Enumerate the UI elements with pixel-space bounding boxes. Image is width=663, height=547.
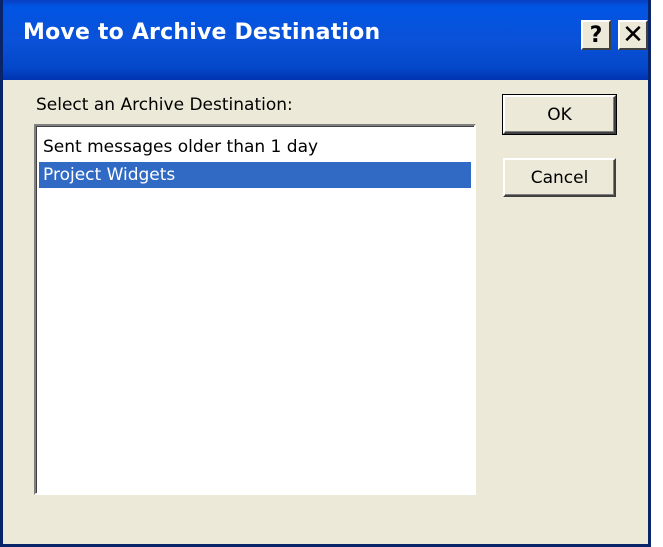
dialog-title: Move to Archive Destination bbox=[23, 20, 381, 45]
ok-button[interactable]: OK bbox=[502, 94, 617, 135]
destination-prompt: Select an Archive Destination: bbox=[36, 95, 293, 115]
close-icon: ✕ bbox=[622, 20, 644, 50]
title-bar[interactable]: Move to Archive Destination ? ✕ bbox=[3, 0, 648, 80]
cancel-button[interactable]: Cancel bbox=[503, 158, 616, 197]
destination-listbox[interactable]: Sent messages older than 1 day Project W… bbox=[34, 124, 476, 495]
close-button[interactable]: ✕ bbox=[618, 20, 648, 50]
help-button[interactable]: ? bbox=[581, 20, 611, 50]
archive-dialog: Move to Archive Destination ? ✕ Select a… bbox=[0, 0, 651, 547]
list-item-project-widgets[interactable]: Project Widgets bbox=[39, 162, 471, 188]
help-icon: ? bbox=[589, 22, 603, 48]
list-item-sent-messages[interactable]: Sent messages older than 1 day bbox=[39, 134, 471, 160]
